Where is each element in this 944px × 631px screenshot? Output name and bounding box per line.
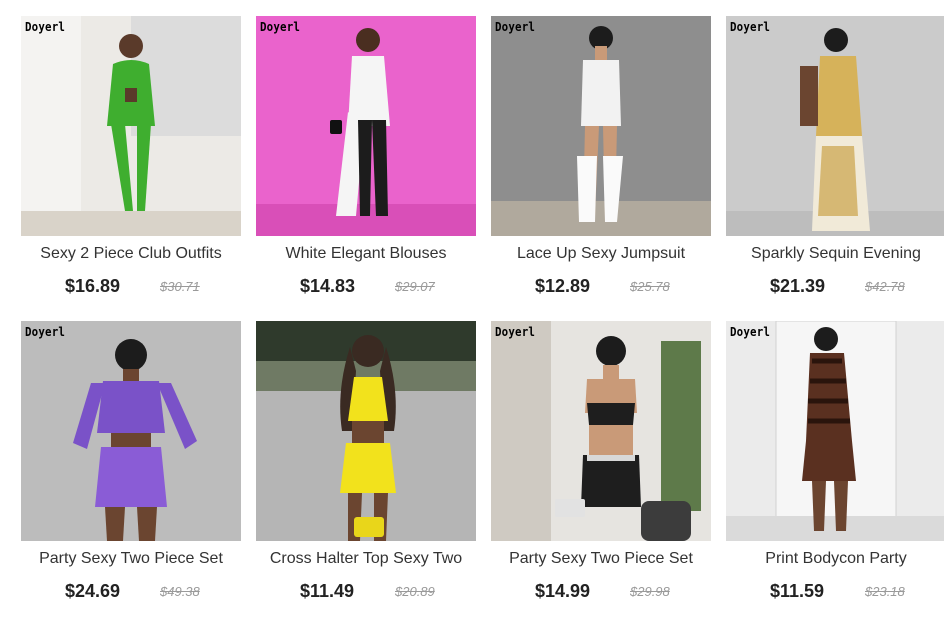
product-card[interactable]: Cross Halter Top Sexy Two $11.49 $20.89 <box>256 321 476 611</box>
original-price: $30.71 <box>160 279 200 294</box>
brand-watermark: Doyerl <box>730 325 771 339</box>
product-image[interactable]: Doyerl <box>256 16 476 236</box>
sale-price: $21.39 <box>770 276 826 296</box>
product-title[interactable]: Party Sexy Two Piece Set <box>491 550 711 572</box>
sale-price: $16.89 <box>65 276 121 296</box>
original-price: $42.78 <box>865 279 905 294</box>
product-image[interactable] <box>256 321 476 541</box>
product-image[interactable]: Doyerl <box>21 321 241 541</box>
product-card[interactable]: Doyerl White Elegant Blouses $14.83 $29.… <box>256 16 476 306</box>
brand-watermark: Doyerl <box>25 20 66 34</box>
sale-price: $11.49 <box>300 581 355 601</box>
product-title[interactable]: Cross Halter Top Sexy Two <box>256 550 476 572</box>
brand-watermark: Doyerl <box>495 325 536 339</box>
product-title[interactable]: Lace Up Sexy Jumpsuit <box>491 245 711 267</box>
product-grid: Doyerl Sexy 2 Piece Club Outfits $16.89 … <box>0 0 944 631</box>
sale-price: $14.83 <box>300 276 356 296</box>
product-image[interactable]: Doyerl <box>21 16 241 236</box>
brand-watermark: Doyerl <box>25 325 66 339</box>
original-price: $29.07 <box>395 279 435 294</box>
product-title[interactable]: Sparkly Sequin Evening <box>726 245 944 267</box>
product-card[interactable]: Doyerl Party Sexy Two Piece Set $24.69 $… <box>21 321 241 611</box>
product-title[interactable]: Party Sexy Two Piece Set <box>21 550 241 572</box>
original-price: $29.98 <box>630 584 670 599</box>
product-card[interactable]: Doyerl Sexy 2 Piece Club Outfits $16.89 … <box>21 16 241 306</box>
original-price: $23.18 <box>865 584 905 599</box>
product-title[interactable]: Print Bodycon Party <box>726 550 944 572</box>
product-title[interactable]: White Elegant Blouses <box>256 245 476 267</box>
sale-price: $12.89 <box>535 276 591 296</box>
product-image[interactable]: Doyerl <box>491 321 711 541</box>
sale-price: $11.59 <box>770 581 825 601</box>
product-image[interactable]: Doyerl <box>726 321 944 541</box>
original-price: $25.78 <box>630 279 670 294</box>
product-card[interactable]: Doyerl Print Bodycon Party $11.59 $23.18 <box>726 321 944 611</box>
brand-watermark: Doyerl <box>730 20 771 34</box>
brand-watermark: Doyerl <box>260 20 301 34</box>
original-price: $20.89 <box>395 584 435 599</box>
sale-price: $14.99 <box>535 581 591 601</box>
product-card[interactable]: Doyerl Sparkly Sequin Evening $21.39 $42… <box>726 16 944 306</box>
sale-price: $24.69 <box>65 581 121 601</box>
product-image[interactable]: Doyerl <box>726 16 944 236</box>
product-card[interactable]: Doyerl Lace Up Sexy Jumpsuit $12.89 $25.… <box>491 16 711 306</box>
product-title[interactable]: Sexy 2 Piece Club Outfits <box>21 245 241 267</box>
brand-watermark: Doyerl <box>495 20 536 34</box>
product-card[interactable]: Doyerl Party Sexy Two Piece Set $14.99 $… <box>491 321 711 611</box>
product-image[interactable]: Doyerl <box>491 16 711 236</box>
original-price: $49.38 <box>160 584 200 599</box>
